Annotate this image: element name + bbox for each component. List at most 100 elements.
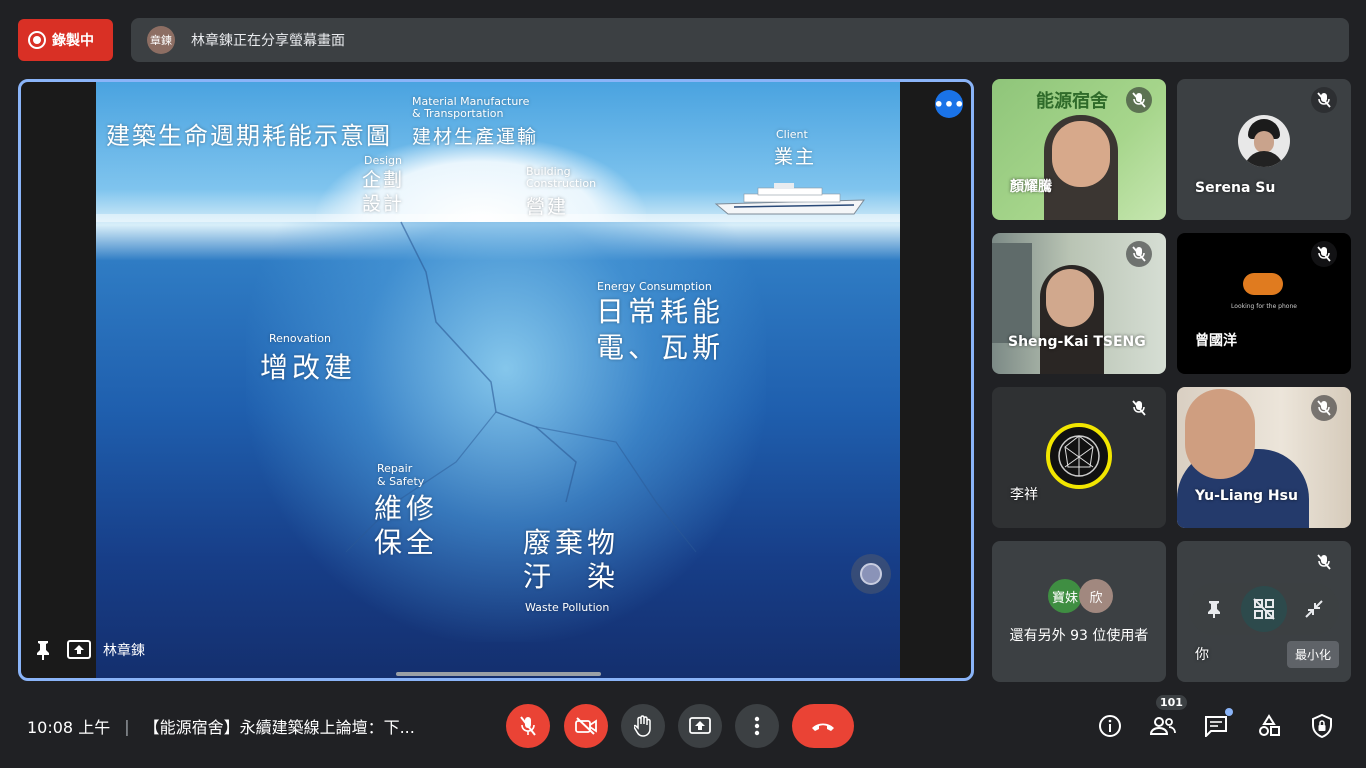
present-screen-icon: [67, 638, 91, 662]
camera-off-icon: [575, 717, 597, 735]
people-button[interactable]: 101: [1148, 695, 1187, 741]
present-screen-icon: [689, 717, 711, 734]
mic-off-icon: [1311, 549, 1337, 575]
camera-toggle-button[interactable]: [564, 704, 608, 748]
presenter-name: 林章鍊: [103, 643, 145, 659]
mic-off-icon: [1311, 87, 1337, 113]
participant-tile[interactable]: 李祥: [992, 387, 1166, 528]
leave-call-button[interactable]: [792, 704, 854, 748]
participant-name: Yu-Liang Hsu: [1195, 488, 1298, 504]
chat-button[interactable]: [1201, 708, 1233, 741]
grid-off-icon: [1253, 598, 1275, 620]
design-zh-label: 企劃 設計: [362, 169, 405, 215]
presentation-tile[interactable]: 建築生命週期耗能示意圖 Material Manufacture & Trans…: [18, 79, 974, 681]
activities-icon: [1259, 714, 1280, 736]
slide-scrollbar[interactable]: [396, 672, 601, 676]
other-participants-tile[interactable]: 寶妹 欣 還有另外 93 位使用者: [992, 541, 1166, 682]
minimize-icon: [1305, 600, 1323, 618]
tiger-image: [1243, 273, 1283, 295]
participant-face: [1185, 389, 1255, 479]
mic-off-icon: [1311, 395, 1337, 421]
raise-hand-button[interactable]: [621, 704, 665, 748]
people-count-badge: 101: [1156, 695, 1187, 710]
presenter-banner-text: 林章鍊正在分享螢幕畫面: [191, 33, 345, 49]
more-dots-icon: •••: [933, 94, 965, 114]
meeting-details-button[interactable]: [1095, 711, 1125, 741]
construction-en-label: Building Construction: [526, 165, 597, 190]
iceberg-crack-lines: [345, 221, 697, 553]
client-zh-label: 業主: [774, 146, 817, 168]
participant-name: 顏耀騰: [1010, 179, 1052, 195]
other-participants-label: 還有另外 93 位使用者: [1009, 628, 1149, 644]
more-vert-icon: [754, 716, 760, 736]
participant-logo: 能源宿舍: [1036, 91, 1108, 112]
participant-name: 李祥: [1010, 487, 1038, 503]
mic-off-icon: [1311, 241, 1337, 267]
clock: 10:08 上午: [27, 718, 111, 737]
renovation-zh-label: 增改建: [260, 351, 357, 384]
participant-face: [1052, 121, 1110, 187]
renovation-en-label: Renovation: [269, 332, 331, 345]
minimize-button[interactable]: [1291, 586, 1337, 632]
energy-zh-label: 日常耗能 電、瓦斯: [596, 295, 725, 364]
hang-up-icon: [812, 723, 834, 731]
participant-tile[interactable]: Yu-Liang Hsu: [1177, 387, 1351, 528]
chat-icon: [1205, 716, 1227, 737]
recording-label: 錄製中: [52, 33, 94, 49]
mic-off-icon: [1126, 87, 1152, 113]
mic-off-icon: [520, 716, 536, 736]
building-background: [992, 243, 1032, 343]
participant-name: 曾國洋: [1195, 333, 1237, 349]
more-options-button[interactable]: [735, 704, 779, 748]
minimize-tooltip: 最小化: [1286, 641, 1339, 668]
avatar: 欣: [1079, 579, 1113, 613]
design-en-label: Design: [364, 154, 402, 167]
presenter-banner: 章鍊 林章鍊正在分享螢幕畫面: [131, 18, 1349, 62]
hide-tile-button[interactable]: [1241, 586, 1287, 632]
participant-name: Sheng-Kai TSENG: [1008, 334, 1146, 350]
participant-tile[interactable]: Looking for the phone 曾國洋: [1177, 233, 1351, 374]
mic-off-icon: [1126, 241, 1152, 267]
hand-icon: [634, 715, 651, 737]
participant-face: [1046, 269, 1094, 327]
shield-lock-icon: [1312, 714, 1332, 738]
construction-zh-label: 營建: [526, 196, 569, 218]
avatar: [1238, 115, 1290, 168]
material-en-label: Material Manufacture & Transportation: [412, 95, 530, 120]
shared-slide: 建築生命週期耗能示意圖 Material Manufacture & Trans…: [96, 82, 900, 678]
participant-tile[interactable]: Serena Su: [1177, 79, 1351, 220]
divider: |: [124, 716, 130, 736]
slide-title: 建築生命週期耗能示意圖: [106, 122, 392, 150]
meeting-title: 【能源宿舍】永續建築線上論壇：下...: [143, 718, 415, 737]
pointer-dot: [851, 554, 891, 594]
self-name: 你: [1195, 647, 1209, 663]
mic-toggle-button[interactable]: [506, 704, 550, 748]
record-icon: [28, 31, 46, 49]
more-options-button[interactable]: •••: [933, 90, 965, 118]
participant-tile[interactable]: 能源宿舍 顏耀騰: [992, 79, 1166, 220]
self-tile-controls: [1189, 583, 1339, 635]
self-tile[interactable]: 你 最小化: [1177, 541, 1351, 682]
avatar: [1046, 423, 1112, 490]
pin-button[interactable]: [1191, 586, 1237, 632]
host-controls-button[interactable]: [1307, 711, 1337, 741]
material-zh-label: 建材生產運輸: [412, 126, 539, 148]
mic-off-icon: [1126, 395, 1152, 421]
client-en-label: Client: [776, 128, 808, 141]
pin-icon: [1208, 601, 1220, 618]
pin-icon[interactable]: [31, 638, 55, 662]
unread-dot: [1225, 708, 1233, 716]
waste-en-label: Waste Pollution: [525, 601, 610, 614]
recording-button[interactable]: 錄製中: [18, 19, 113, 61]
people-icon: [1150, 717, 1176, 735]
activities-button[interactable]: [1254, 711, 1284, 741]
presenter-avatar: 章鍊: [147, 26, 175, 54]
avatar: 寶妹: [1048, 579, 1082, 613]
participant-name: Serena Su: [1195, 180, 1276, 196]
participant-tile[interactable]: Sheng-Kai TSENG: [992, 233, 1166, 374]
info-icon: [1099, 715, 1121, 737]
energy-en-label: Energy Consumption: [597, 280, 712, 293]
present-now-button[interactable]: [678, 704, 722, 748]
repair-en-label: Repair & Safety: [377, 462, 425, 488]
video-caption: Looking for the phone: [1231, 303, 1297, 310]
